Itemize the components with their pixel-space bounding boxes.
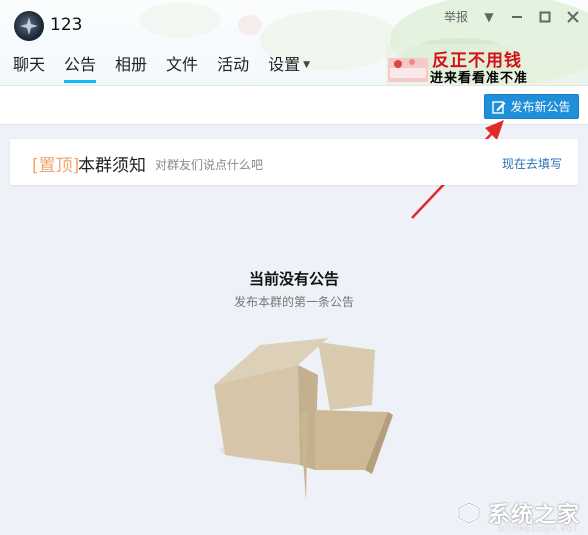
publish-button-label: 发布新公告 — [510, 100, 571, 114]
group-avatar[interactable] — [14, 11, 44, 41]
tab-label: 设置 — [268, 55, 301, 74]
promo-banner[interactable]: 反正不用钱 进来看看准不准 — [386, 40, 588, 85]
pinned-title: 本群须知 — [78, 156, 146, 176]
maximize-icon[interactable] — [538, 10, 552, 24]
group-header: 123 举报 ▼ 反正不用钱 进来看看准不准 聊天 公告 相册 文件 活动 设置… — [0, 0, 588, 85]
watermark-subtext: XITONGZHIJIA.NET — [497, 525, 578, 533]
menu-caret-icon[interactable]: ▼ — [482, 10, 496, 24]
minimize-icon[interactable] — [510, 10, 524, 24]
tab-album[interactable]: 相册 — [115, 52, 147, 84]
close-icon[interactable] — [566, 10, 580, 24]
active-tab-indicator — [64, 80, 97, 83]
tab-activities[interactable]: 活动 — [217, 52, 249, 84]
report-link[interactable]: 举报 — [444, 8, 468, 25]
window-controls: 举报 ▼ — [444, 8, 580, 25]
pinned-subtitle: 对群友们说点什么吧 — [155, 158, 264, 172]
pinned-tag: [置顶] — [32, 156, 80, 176]
tab-announcements[interactable]: 公告 — [64, 52, 97, 84]
empty-state-subtitle: 发布本群的第一条公告 — [233, 295, 354, 309]
group-name: 123 — [50, 15, 83, 35]
pinned-notice-card[interactable]: [置顶] 本群须知 对群友们说点什么吧 现在去填写 — [10, 139, 578, 185]
tab-settings[interactable]: 设置 ▼ — [268, 52, 310, 84]
tab-files[interactable]: 文件 — [166, 52, 198, 84]
promo-line2: 进来看看准不准 — [430, 71, 529, 85]
empty-box-illustration — [214, 338, 393, 502]
tab-chat[interactable]: 聊天 — [13, 52, 45, 84]
dropdown-caret-icon: ▼ — [303, 60, 311, 70]
tab-label: 公告 — [64, 55, 97, 74]
empty-state-title: 当前没有公告 — [248, 270, 339, 288]
tab-bar: 聊天 公告 相册 文件 活动 设置 ▼ — [0, 52, 316, 84]
watermark-logo-icon — [457, 501, 481, 525]
edit-icon — [492, 100, 506, 114]
tab-label: 聊天 — [13, 55, 46, 74]
tab-label: 活动 — [217, 55, 250, 74]
tab-label: 相册 — [115, 55, 148, 74]
fill-now-link[interactable]: 现在去填写 — [502, 155, 562, 172]
tab-label: 文件 — [166, 55, 199, 74]
